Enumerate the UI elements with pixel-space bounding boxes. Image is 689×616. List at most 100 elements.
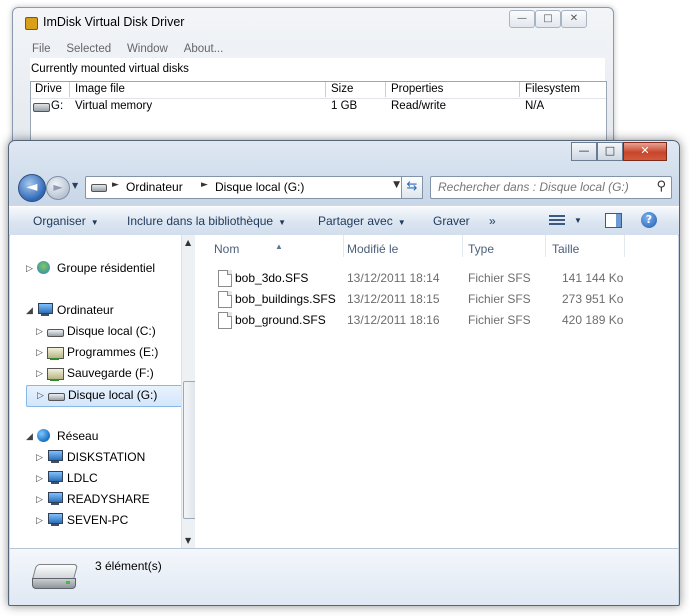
scroll-down-icon[interactable]: ▼	[185, 536, 191, 545]
nav-label: Ordinateur	[57, 303, 114, 317]
maximize-button[interactable]: □	[535, 10, 561, 28]
nav-item-drive-f[interactable]: ▷ Sauvegarde (F:)	[36, 364, 176, 384]
minimize-button[interactable]: —	[509, 10, 535, 28]
chevron-right-icon[interactable]: ►	[112, 180, 119, 190]
close-button[interactable]: ✕	[561, 10, 587, 28]
nav-item-diskstation[interactable]: ▷ DISKSTATION	[36, 448, 176, 468]
preview-pane-icon[interactable]	[605, 213, 622, 228]
column-header-name[interactable]: ▲ Nom	[195, 237, 343, 259]
caption-buttons: — □ ✕	[571, 142, 671, 161]
scroll-up-icon[interactable]: ▲	[185, 238, 191, 247]
command-bar: Organiser ▼ Inclure dans la bibliothèque ▼…	[9, 206, 679, 236]
expand-arrow-icon[interactable]: ▷	[36, 473, 43, 484]
file-row[interactable]: bob_ground.SFS 13/12/2011 18:16 Fichier …	[195, 310, 678, 331]
cell-filesystem: N/A	[525, 100, 545, 112]
list-header: Drive Image file Size Properties Filesys…	[31, 82, 606, 99]
close-button[interactable]: ✕	[623, 142, 667, 161]
burn-button[interactable]: Graver	[433, 214, 470, 228]
search-icon[interactable]: ⚲	[656, 179, 666, 194]
maximize-button[interactable]: □	[597, 142, 623, 161]
minimize-button[interactable]: —	[571, 142, 597, 161]
view-options-dropdown[interactable]: ▼	[574, 216, 582, 225]
forward-button[interactable]: ►	[46, 176, 70, 200]
nav-item-seven-pc[interactable]: ▷ SEVEN-PC	[36, 511, 176, 531]
expand-arrow-icon[interactable]: ▷	[37, 390, 44, 401]
col-size[interactable]: Size	[331, 83, 353, 95]
file-type: Fichier SFS	[468, 292, 531, 306]
network-icon	[37, 429, 50, 442]
expand-arrow-icon[interactable]: ▷	[36, 326, 43, 337]
burn-label: Graver	[433, 214, 470, 228]
nav-item-drive-c[interactable]: ▷ Disque local (C:)	[36, 322, 176, 342]
nav-item-network[interactable]: ◢ Réseau	[26, 427, 176, 447]
nav-label: Réseau	[57, 429, 99, 443]
include-in-library-button[interactable]: Inclure dans la bibliothèque ▼	[127, 214, 286, 228]
nav-label: Disque local (G:)	[68, 388, 158, 402]
window-title: ImDisk Virtual Disk Driver	[43, 15, 185, 29]
expand-arrow-icon[interactable]: ▷	[36, 347, 43, 358]
refresh-button[interactable]: ⇆	[401, 176, 423, 199]
col-image-file[interactable]: Image file	[75, 83, 125, 95]
column-header-type[interactable]: Type	[463, 237, 545, 259]
file-size: 273 951 Ko	[562, 292, 624, 306]
breadcrumb-computer[interactable]: Ordinateur	[126, 180, 183, 194]
more-commands-button[interactable]: »	[489, 214, 496, 228]
nav-item-drive-e[interactable]: ▷ Programmes (E:)	[36, 343, 176, 363]
chevron-right-icon[interactable]: ►	[201, 180, 208, 190]
computer-icon	[47, 450, 63, 464]
file-list-pane[interactable]: ▲ Nom Modifié le Type Taille bob_3do.SFS…	[195, 235, 678, 548]
file-size: 141 144 Ko	[562, 271, 624, 285]
drive-icon	[31, 564, 79, 590]
list-row[interactable]: G: Virtual memory 1 GB Read/write N/A	[31, 99, 606, 115]
computer-icon	[47, 471, 63, 485]
nav-item-homegroup[interactable]: ▷ Groupe résidentiel	[26, 259, 176, 279]
view-list-icon[interactable]	[549, 213, 565, 227]
expand-arrow-icon[interactable]: ▷	[26, 263, 33, 274]
organize-button[interactable]: Organiser ▼	[33, 214, 99, 228]
address-bar[interactable]: ► Ordinateur ► Disque local (G:) ▼	[85, 176, 405, 199]
file-row[interactable]: bob_3do.SFS 13/12/2011 18:14 Fichier SFS…	[195, 268, 678, 289]
column-header-modified[interactable]: Modifié le	[344, 237, 462, 259]
file-size: 420 189 Ko	[562, 313, 624, 327]
nav-label: Sauvegarde (F:)	[67, 366, 154, 380]
back-button[interactable]: ◄	[18, 174, 46, 202]
breadcrumb-drive[interactable]: Disque local (G:)	[215, 180, 304, 194]
col-drive[interactable]: Drive	[35, 83, 62, 95]
chevron-down-icon: ▼	[90, 218, 99, 227]
network-drive-icon	[47, 345, 64, 360]
cell-size: 1 GB	[331, 100, 358, 112]
recent-pages-dropdown[interactable]: ▼	[72, 181, 78, 190]
network-drive-icon	[47, 366, 64, 381]
help-icon[interactable]: ?	[641, 212, 657, 228]
nav-label: SEVEN-PC	[67, 513, 129, 527]
drive-icon	[48, 388, 65, 402]
menu-bar: File Selected Window About...	[30, 40, 605, 58]
file-icon	[218, 270, 232, 287]
nav-item-computer[interactable]: ◢ Ordinateur	[26, 301, 176, 321]
menu-selected[interactable]: Selected	[66, 43, 111, 55]
file-modified: 13/12/2011 18:16	[347, 313, 440, 327]
menu-window[interactable]: Window	[127, 43, 168, 55]
chevron-down-icon[interactable]: ▼	[393, 180, 400, 190]
file-row[interactable]: bob_buildings.SFS 13/12/2011 18:15 Fichi…	[195, 289, 678, 310]
expand-arrow-icon[interactable]: ▷	[36, 452, 43, 463]
collapse-arrow-icon[interactable]: ◢	[26, 305, 33, 316]
nav-item-drive-g[interactable]: ▷ Disque local (G:)	[26, 385, 184, 407]
search-box[interactable]: Rechercher dans : Disque local (G:) ⚲	[430, 176, 672, 199]
collapse-arrow-icon[interactable]: ◢	[26, 431, 33, 442]
column-header-size[interactable]: Taille	[546, 237, 624, 259]
nav-item-readyshare[interactable]: ▷ READYSHARE	[36, 490, 176, 510]
file-icon	[218, 312, 232, 329]
menu-about[interactable]: About...	[184, 43, 224, 55]
expand-arrow-icon[interactable]: ▷	[36, 494, 43, 505]
explorer-window: — □ ✕ ◄ ► ▼ ► Ordinateur ► Disque local …	[8, 140, 680, 606]
file-modified: 13/12/2011 18:14	[347, 271, 440, 285]
expand-arrow-icon[interactable]: ▷	[36, 368, 43, 379]
menu-file[interactable]: File	[32, 43, 51, 55]
share-with-button[interactable]: Partager avec ▼	[318, 214, 406, 228]
col-filesystem[interactable]: Filesystem	[525, 83, 580, 95]
nav-item-ldlc[interactable]: ▷ LDLC	[36, 469, 176, 489]
navigation-pane[interactable]: ▷ Groupe résidentiel ◢ Ordinateur ▷ Disq…	[10, 235, 197, 548]
col-properties[interactable]: Properties	[391, 83, 443, 95]
expand-arrow-icon[interactable]: ▷	[36, 515, 43, 526]
